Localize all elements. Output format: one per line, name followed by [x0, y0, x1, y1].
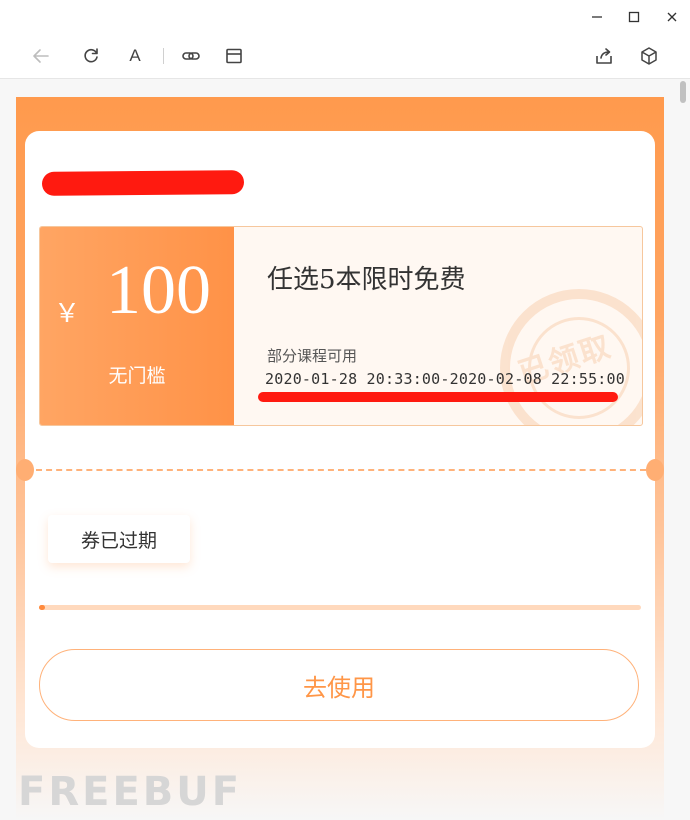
close-icon — [667, 12, 677, 22]
share-icon — [596, 48, 612, 64]
close-button[interactable] — [661, 6, 683, 28]
ticket-notch-right — [646, 459, 664, 481]
refresh-button[interactable] — [79, 44, 103, 68]
redacted-username — [41, 170, 245, 196]
redaction-underline — [258, 392, 618, 402]
maximize-button[interactable] — [623, 6, 645, 28]
coupon-threshold: 无门槛 — [108, 365, 166, 387]
coupon-ticket: ￥ 100 无门槛 已领取 任选5本限时免费 部分课程可用 2020-01-28… — [39, 226, 643, 426]
ticket-notch-left — [16, 459, 34, 481]
claimed-stamp: 已领取 — [500, 289, 642, 425]
back-button[interactable] — [29, 44, 53, 68]
share-button[interactable] — [592, 44, 616, 68]
minimize-icon — [592, 16, 602, 18]
toolbar-divider — [163, 48, 164, 64]
refresh-icon — [84, 48, 98, 63]
watermark-logo: FREEBUF — [18, 769, 243, 815]
coupon-amount: 100 — [106, 252, 211, 329]
coupon-title: 任选5本限时免费 — [267, 265, 466, 295]
font-button[interactable]: A — [123, 44, 147, 68]
title-bar — [0, 0, 690, 34]
window-icon — [226, 48, 242, 64]
scrollbar-thumb[interactable] — [680, 81, 686, 103]
cube-icon — [641, 47, 657, 65]
font-icon: A — [129, 46, 141, 65]
usage-progress-bar — [39, 605, 641, 610]
back-arrow-icon — [33, 49, 49, 63]
coupon-value-panel: ￥ 100 无门槛 — [40, 227, 234, 425]
cube-button[interactable] — [637, 44, 661, 68]
currency-symbol: ￥ — [54, 299, 81, 329]
usage-progress-fill — [39, 605, 46, 610]
link-icon — [182, 52, 200, 60]
scrollbar[interactable] — [676, 79, 690, 820]
coupon-scope: 部分课程可用 — [267, 347, 358, 365]
link-button[interactable] — [179, 44, 203, 68]
minimize-button[interactable] — [586, 6, 608, 28]
coupon-valid-period: 2020-01-28 20:33:00-2020-02-08 22:55:00 — [265, 370, 625, 388]
expired-status-badge: 券已过期 — [48, 515, 190, 563]
browser-toolbar: A — [0, 34, 690, 79]
maximize-icon — [628, 11, 640, 23]
use-coupon-button[interactable]: 去使用 — [39, 649, 639, 721]
web-content: ￥ 100 无门槛 已领取 任选5本限时免费 部分课程可用 2020-01-28… — [0, 79, 690, 820]
ticket-divider — [36, 469, 646, 471]
window-button[interactable] — [222, 44, 246, 68]
